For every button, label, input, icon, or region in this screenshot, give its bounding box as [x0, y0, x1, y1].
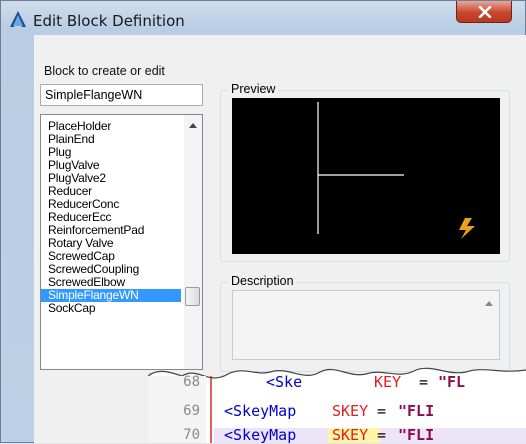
code-attr: SKEY: [332, 426, 369, 444]
code-value: "FLI: [398, 426, 435, 444]
lightning-bolt-icon: [459, 218, 475, 239]
line-number: 69: [183, 403, 200, 419]
window-title: Edit Block Definition: [33, 12, 185, 30]
description-label: Description: [228, 274, 297, 288]
close-button[interactable]: [456, 1, 512, 23]
block-name-input[interactable]: [40, 84, 203, 106]
scroll-up-arrow-icon[interactable]: [485, 301, 493, 306]
code-attr: SKEY: [332, 402, 369, 420]
line-number: 68: [183, 374, 200, 390]
code-tag: <SkeyMap: [224, 426, 297, 444]
code-value: "FL: [438, 373, 466, 391]
autocad-a-icon: [10, 11, 26, 27]
scroll-up-arrow-icon[interactable]: [189, 123, 197, 128]
close-icon: [478, 6, 492, 18]
list-scrollbar[interactable]: [184, 115, 202, 369]
block-list-items: PlaceHolder PlainEnd Plug PlugValve PlugValv…: [41, 120, 181, 315]
code-value: "FLI: [398, 402, 435, 420]
block-listbox[interactable]: PlaceHolder PlainEnd Plug PlugValve PlugValv…: [40, 114, 203, 370]
preview-canvas: [232, 98, 500, 254]
list-scroll-thumb[interactable]: [185, 287, 200, 306]
code-equals: =: [410, 373, 438, 391]
code-snippet-overlay: 68 <Ske KEY = "FL 69 <SkeyMap SKEY = "FL…: [148, 346, 526, 444]
code-attr: KEY: [374, 373, 402, 391]
line-number: 70: [183, 427, 200, 443]
block-name-label: Block to create or edit: [44, 64, 165, 78]
preview-label: Preview: [228, 82, 279, 96]
code-tag: <Ske: [266, 373, 303, 391]
code-equals: =: [368, 402, 396, 420]
flange-preview-drawing: [317, 102, 475, 239]
list-item[interactable]: SockCap: [41, 302, 181, 315]
code-tag: <SkeyMap: [224, 402, 297, 420]
code-equals: =: [368, 426, 396, 444]
